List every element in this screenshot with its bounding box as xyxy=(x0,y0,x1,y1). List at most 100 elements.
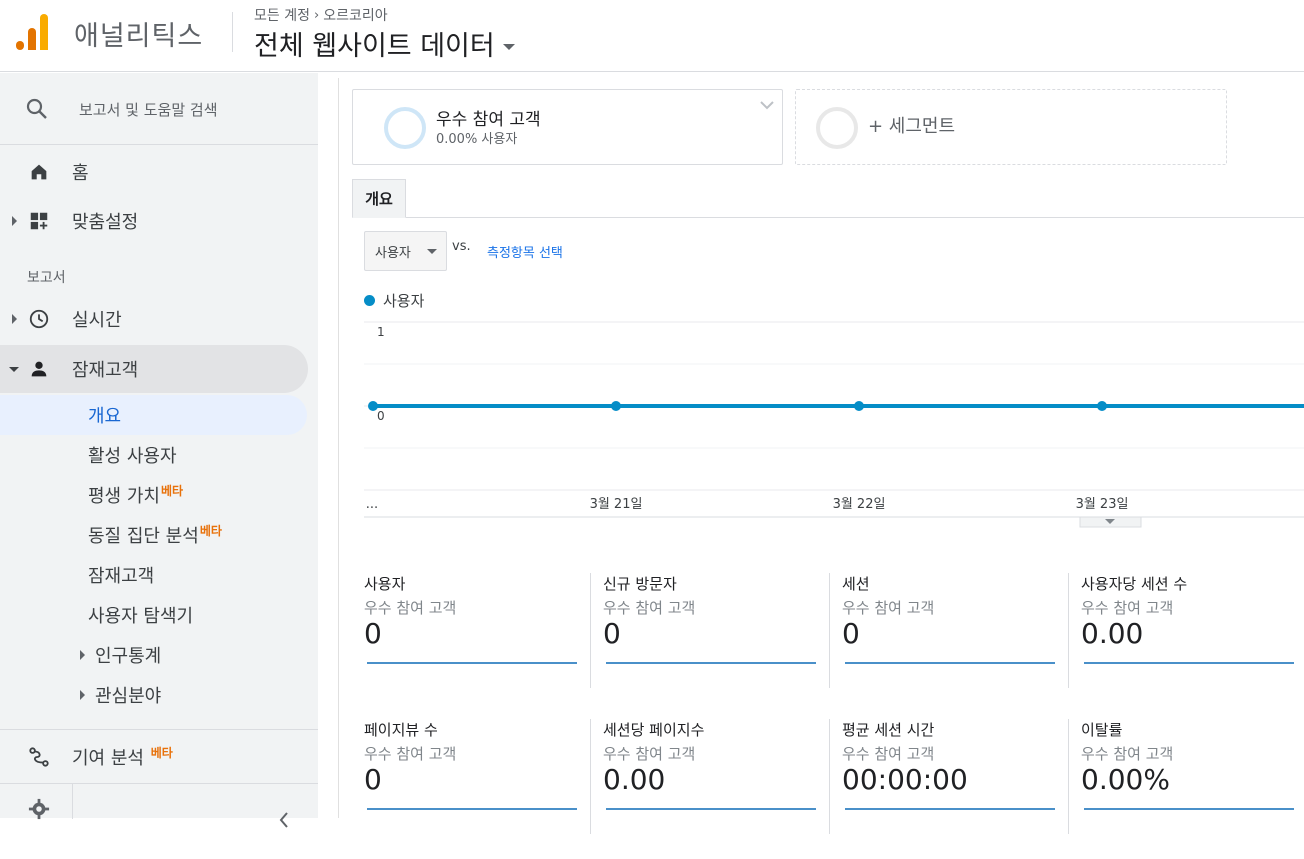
kpi-title: 사용자 xyxy=(364,575,406,593)
sidebar-subitem-interests[interactable]: 관심분야 xyxy=(0,675,307,715)
attribution-label: 기여 분석 베타 xyxy=(72,746,173,769)
tab-overview[interactable]: 개요 xyxy=(352,179,406,218)
kpi-card[interactable]: 세션당 페이지수우수 참여 고객 0.00 xyxy=(578,719,817,859)
chevron-right-icon: › xyxy=(313,7,320,23)
collapse-sidebar-icon[interactable] xyxy=(278,812,290,828)
kpi-value: 0 xyxy=(364,763,382,796)
sidebar-item-audience[interactable]: 잠재고객 xyxy=(0,345,308,393)
x-tick-label: 3월 22일 xyxy=(833,497,886,512)
select-metric-link[interactable]: 측정항목 선택 xyxy=(487,242,563,261)
chevron-down-icon[interactable] xyxy=(760,98,774,112)
kpi-sparkline xyxy=(606,808,816,810)
kpi-card[interactable]: 신규 방문자 우수 참여 고객 0 xyxy=(578,573,817,713)
subitem-label: 인구통계 xyxy=(95,646,162,667)
sidebar-item-label: 맞춤설정 xyxy=(72,212,139,233)
sidebar-subitem-audiences[interactable]: 잠재고객 xyxy=(0,555,307,595)
kpi-card[interactable]: 평균 세션 시간 우수 참여 고객 00:00:00 xyxy=(817,719,1056,859)
clock-icon xyxy=(29,309,49,329)
caret-down-icon xyxy=(427,249,437,254)
kpi-divider xyxy=(1068,719,1069,834)
kpi-value: 0 xyxy=(603,617,621,650)
subitem-label: 활성 사용자 xyxy=(88,446,177,467)
report-search[interactable]: 보고서 및 도움말 검색 xyxy=(0,73,318,145)
data-point[interactable] xyxy=(1097,401,1107,411)
kpi-card[interactable]: 사용자당 세션 수 우수 참여 고객 0.00 xyxy=(1056,573,1295,713)
x-tick-label: 3월 23일 xyxy=(1076,497,1129,512)
kpi-card[interactable]: 세션 우수 참여 고객 0 xyxy=(817,573,1056,713)
kpi-title: 평균 세션 시간 xyxy=(842,721,935,739)
kpi-card[interactable]: 사용자 우수 참여 고객 0 xyxy=(339,573,578,713)
subitem-label: 동질 집단 분석베타 xyxy=(88,524,222,547)
sidebar-subitem-lifetime-value[interactable]: 평생 가치베타 xyxy=(0,475,307,515)
data-point[interactable] xyxy=(854,401,864,411)
segment-name: 우수 참여 고객 xyxy=(436,110,541,130)
header-divider xyxy=(232,12,233,52)
kpi-card[interactable]: 페이지뷰 수 우수 참여 고객 0 xyxy=(339,719,578,859)
segment-ring-icon xyxy=(384,107,426,149)
y-tick-label: 0 xyxy=(377,409,385,423)
kpi-sparkline xyxy=(845,808,1055,810)
sidebar-item-label: 홈 xyxy=(72,163,89,184)
kpi-value: 0.00% xyxy=(1081,763,1170,796)
kpi-divider xyxy=(590,719,591,834)
sidebar-item-realtime[interactable]: 실시간 xyxy=(0,295,308,343)
app-title: 애널리틱스 xyxy=(74,21,204,52)
kpi-segment: 우수 참여 고객 xyxy=(1081,599,1174,617)
segment-card[interactable]: 우수 참여 고객 0.00% 사용자 xyxy=(352,89,783,165)
kpi-title: 신규 방문자 xyxy=(603,575,677,593)
kpi-sparkline xyxy=(367,808,577,810)
chart-expand-handle[interactable] xyxy=(1079,516,1142,528)
add-segment-button[interactable]: + 세그먼트 xyxy=(795,89,1227,165)
data-point[interactable] xyxy=(368,401,378,411)
data-point[interactable] xyxy=(611,401,621,411)
sidebar-item-attribution[interactable]: 기여 분석 베타 xyxy=(0,729,318,783)
metric-dropdown[interactable]: 사용자 xyxy=(364,231,447,271)
x-tick-label: 3월 21일 xyxy=(590,497,643,512)
beta-badge: 베타 xyxy=(150,746,173,760)
sidebar-item-home[interactable]: 홈 xyxy=(0,148,308,196)
kpi-segment: 우수 참여 고객 xyxy=(1081,745,1174,763)
home-icon xyxy=(31,164,47,180)
analytics-logo-icon[interactable] xyxy=(16,14,50,50)
breadcrumb-property[interactable]: 오르코리아 xyxy=(323,5,387,25)
sidebar-subitem-cohort-analysis[interactable]: 동질 집단 분석베타 xyxy=(0,515,307,555)
kpi-sparkline xyxy=(367,662,577,664)
expand-arrow-icon[interactable] xyxy=(12,216,17,226)
kpi-sparkline xyxy=(1084,808,1294,810)
breadcrumb[interactable]: 모든 계정 › 오르코리아 xyxy=(254,5,388,25)
subitem-label: 평생 가치베타 xyxy=(88,484,184,507)
expand-arrow-icon[interactable] xyxy=(80,690,85,700)
gear-icon[interactable] xyxy=(28,798,50,820)
sidebar-subitem-active-users[interactable]: 활성 사용자 xyxy=(0,435,307,475)
legend-label: 사용자 xyxy=(383,292,425,310)
expand-arrow-icon[interactable] xyxy=(80,650,85,660)
sidebar-subitem-overview[interactable]: 개요 xyxy=(0,395,307,435)
kpi-segment: 우수 참여 고객 xyxy=(842,599,935,617)
sidebar-subitem-demographics[interactable]: 인구통계 xyxy=(0,635,307,675)
vs-label: vs. xyxy=(452,239,471,254)
tab-bar-line xyxy=(352,217,1304,218)
breadcrumb-account[interactable]: 모든 계정 xyxy=(254,5,310,25)
view-selector[interactable]: 전체 웹사이트 데이터 xyxy=(254,24,515,63)
kpi-title: 세션당 페이지수 xyxy=(603,721,705,739)
collapse-arrow-icon[interactable] xyxy=(9,366,19,372)
footer-divider xyxy=(72,784,73,819)
kpi-sparkline xyxy=(606,662,816,664)
kpi-value: 0.00 xyxy=(603,763,666,796)
sidebar-subitem-user-explorer[interactable]: 사용자 탐색기 xyxy=(0,595,307,635)
dashboard-add-icon xyxy=(30,212,48,230)
reports-section-label: 보고서 xyxy=(27,270,66,286)
caret-down-icon xyxy=(502,43,515,50)
sidebar-footer xyxy=(0,783,318,828)
sidebar-item-customization[interactable]: 맞춤설정 xyxy=(0,197,308,245)
kpi-card[interactable]: 이탈률 우수 참여 고객 0.00% xyxy=(1056,719,1295,859)
x-tick-label: ... xyxy=(366,497,378,512)
kpi-segment: 우수 참여 고객 xyxy=(603,745,696,763)
expand-arrow-icon[interactable] xyxy=(12,314,17,324)
segment-ring-icon xyxy=(816,107,858,149)
y-tick-label: 1 xyxy=(377,325,385,339)
kpi-value: 0 xyxy=(842,617,860,650)
view-title: 전체 웹사이트 데이터 xyxy=(254,31,495,62)
metric-value: 사용자 xyxy=(375,245,411,261)
beta-badge: 베타 xyxy=(160,484,184,498)
